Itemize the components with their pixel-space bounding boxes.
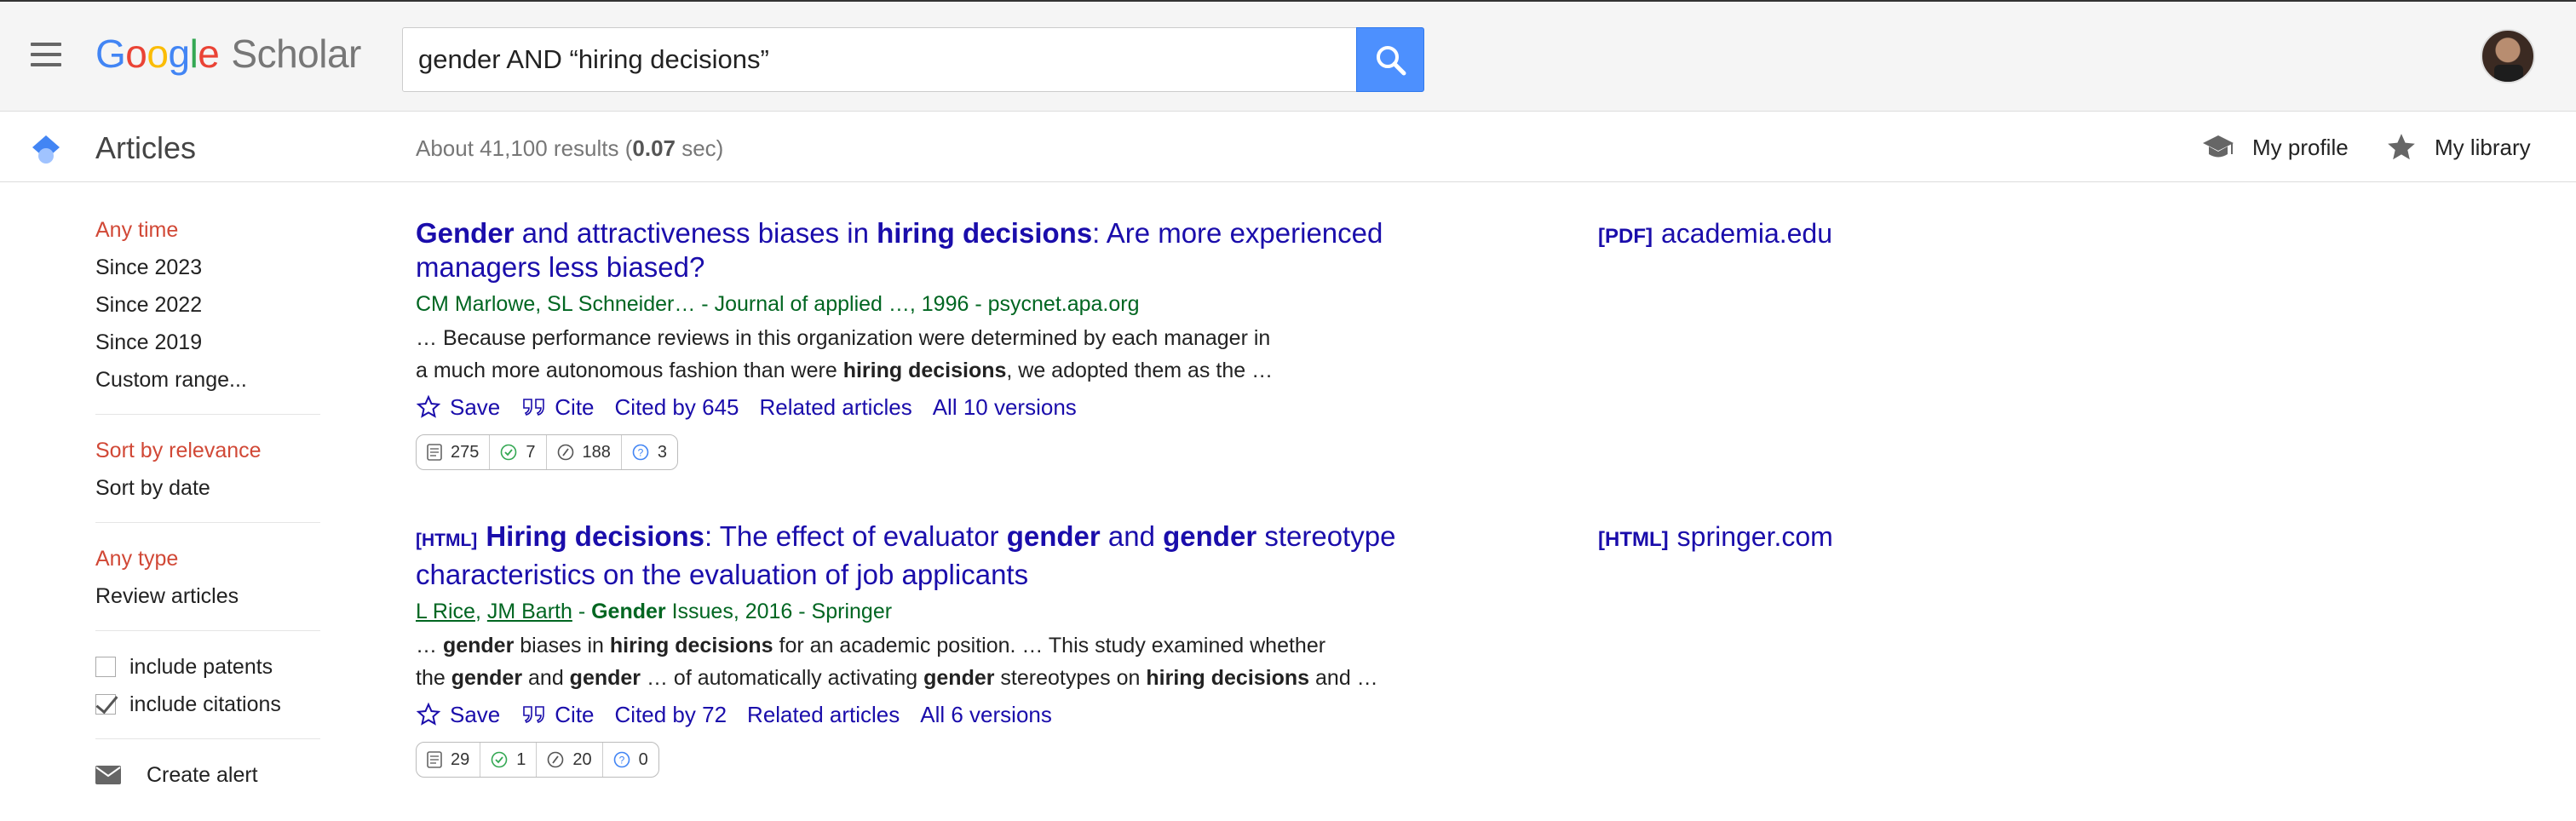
search-result: Gender and attractiveness biases in hiri… xyxy=(416,216,1438,470)
all-versions-link[interactable]: All 6 versions xyxy=(920,698,1052,732)
divider xyxy=(95,738,320,739)
search-button[interactable] xyxy=(1356,27,1424,92)
result-title-link[interactable]: Gender and attractiveness biases in hiri… xyxy=(416,216,1438,284)
hamburger-menu-icon[interactable] xyxy=(27,39,65,70)
include-patents-checkbox[interactable]: include patents xyxy=(95,648,320,686)
result-meta: L Rice, JM Barth - Gender Issues, 2016 -… xyxy=(416,600,893,623)
search-box xyxy=(402,27,1358,92)
create-alert-label: Create alert xyxy=(147,763,258,787)
related-articles-link[interactable]: Related articles xyxy=(760,390,912,424)
my-profile-link[interactable]: My profile xyxy=(2201,130,2349,164)
metric-contrasting[interactable]: ? 3 xyxy=(620,435,677,469)
include-citations-label: include citations xyxy=(129,692,281,716)
quote-icon xyxy=(523,399,545,416)
document-icon xyxy=(427,751,442,768)
metric-supporting[interactable]: 1 xyxy=(480,743,536,777)
star-icon xyxy=(2388,134,2415,160)
pdf-fulltext-link[interactable]: [PDF] academia.edu xyxy=(1598,218,1832,250)
slash-circle-icon xyxy=(557,444,573,461)
metric-publications[interactable]: 29 xyxy=(417,743,480,777)
svg-text:?: ? xyxy=(618,755,624,766)
sub-header: Articles About 41,100 results (0.07 sec)… xyxy=(0,111,2576,182)
create-alert-link[interactable]: Create alert xyxy=(95,756,320,794)
articles-label: Articles xyxy=(95,130,197,165)
filter-any-time[interactable]: Any time xyxy=(95,211,320,249)
result-snippet: … Because performance reviews in this or… xyxy=(416,326,1274,382)
star-outline-icon xyxy=(416,702,441,726)
quote-icon xyxy=(523,706,545,723)
filter-review-articles[interactable]: Review articles xyxy=(95,577,320,615)
result-meta: CM Marlowe, SL Schneider… - Journal of a… xyxy=(416,292,1140,316)
include-citations-checkbox[interactable]: include citations xyxy=(95,686,320,723)
check-circle-icon xyxy=(501,444,517,461)
all-versions-link[interactable]: All 10 versions xyxy=(933,390,1077,424)
include-patents-label: include patents xyxy=(129,655,273,679)
user-avatar[interactable] xyxy=(2481,29,2535,83)
result-snippet: … gender biases in hiring decisions for … xyxy=(416,634,1378,690)
metric-contrasting[interactable]: ? 0 xyxy=(601,743,658,777)
result-actions: Save Cite Cited by 645 Related articles … xyxy=(416,390,1438,424)
divider xyxy=(95,522,320,523)
metric-supporting[interactable]: 7 xyxy=(489,435,545,469)
sort-by-date[interactable]: Sort by date xyxy=(95,469,320,507)
google-scholar-logo[interactable]: Google Scholar xyxy=(95,31,361,77)
graduation-cap-icon xyxy=(2203,135,2234,158)
html-fulltext-link[interactable]: [HTML] springer.com xyxy=(1598,521,1833,553)
filter-since-2022[interactable]: Since 2022 xyxy=(95,286,320,324)
articles-icon[interactable] xyxy=(29,132,63,166)
related-articles-link[interactable]: Related articles xyxy=(747,698,900,732)
filter-since-2019[interactable]: Since 2019 xyxy=(95,324,320,361)
divider xyxy=(95,414,320,415)
slash-circle-icon xyxy=(548,751,564,768)
cited-by-link[interactable]: Cited by 72 xyxy=(615,698,727,732)
metric-mentioning[interactable]: 20 xyxy=(536,743,601,777)
sort-by-relevance[interactable]: Sort by relevance xyxy=(95,432,320,469)
cited-by-link[interactable]: Cited by 645 xyxy=(615,390,739,424)
citation-metrics: 275 7 188 ? 3 xyxy=(416,434,678,470)
filter-since-2023[interactable]: Since 2023 xyxy=(95,249,320,286)
my-library-label: My library xyxy=(2435,134,2531,160)
filter-custom-range[interactable]: Custom range... xyxy=(95,361,320,399)
filter-any-type[interactable]: Any type xyxy=(95,540,320,577)
results-count: About 41,100 results (0.07 sec) xyxy=(416,135,724,161)
question-circle-icon: ? xyxy=(613,751,630,768)
divider xyxy=(95,630,320,631)
metric-publications[interactable]: 275 xyxy=(417,435,489,469)
author-link[interactable]: JM Barth xyxy=(487,600,572,623)
question-circle-icon: ? xyxy=(632,444,649,461)
result-title-link[interactable]: [HTML] Hiring decisions: The effect of ev… xyxy=(416,520,1438,592)
search-input[interactable] xyxy=(403,28,1357,91)
search-result: [HTML] Hiring decisions: The effect of ev… xyxy=(416,520,1438,778)
my-profile-label: My profile xyxy=(2252,134,2349,160)
my-library-link[interactable]: My library xyxy=(2385,130,2531,164)
cite-button[interactable]: Cite xyxy=(522,698,595,732)
cite-button[interactable]: Cite xyxy=(522,390,595,424)
checkbox-unchecked[interactable] xyxy=(95,657,116,677)
search-icon xyxy=(1377,46,1406,76)
filter-sidebar: Any time Since 2023 Since 2022 Since 201… xyxy=(95,211,320,794)
document-icon xyxy=(427,444,442,461)
citation-metrics: 29 1 20 ? 0 xyxy=(416,742,659,778)
result-actions: Save Cite Cited by 72 Related articles A… xyxy=(416,698,1438,732)
envelope-icon xyxy=(95,766,121,784)
star-outline-icon xyxy=(416,394,441,418)
author-link[interactable]: L Rice xyxy=(416,600,475,623)
save-button[interactable]: Save xyxy=(416,698,500,732)
check-circle-icon xyxy=(491,751,508,768)
metric-mentioning[interactable]: 188 xyxy=(545,435,621,469)
checkbox-checked[interactable] xyxy=(95,694,116,715)
top-header: Google Scholar xyxy=(0,0,2576,111)
save-button[interactable]: Save xyxy=(416,390,500,424)
svg-text:?: ? xyxy=(638,447,644,459)
